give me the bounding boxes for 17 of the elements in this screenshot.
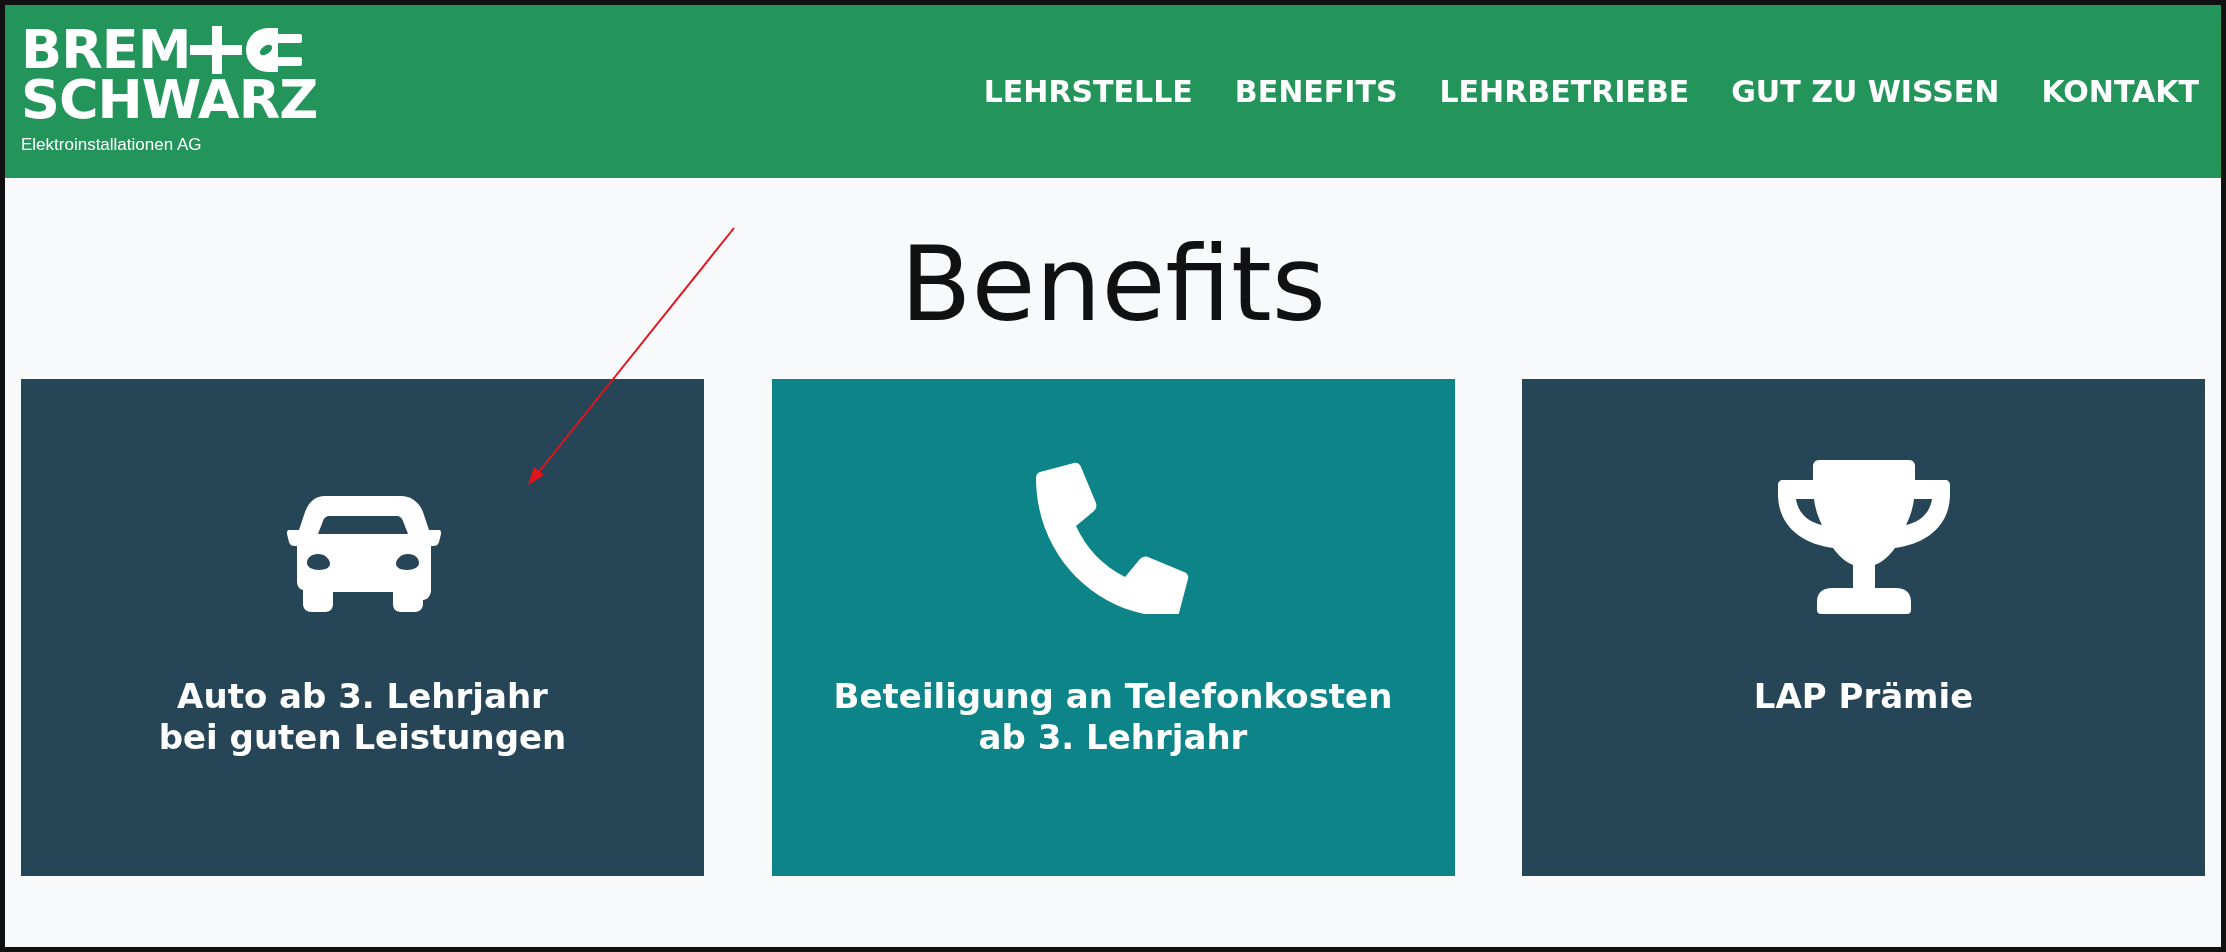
- logo-text: BREM: [21, 25, 191, 75]
- nav-link[interactable]: BENEFITS: [1234, 69, 1398, 114]
- benefit-text: bei guten Leistungen: [158, 717, 567, 758]
- phone-icon: [1035, 462, 1191, 615]
- page-heading: Benefits: [899, 230, 1327, 340]
- nav-link[interactable]: GUT ZU WISSEN: [1731, 69, 2000, 114]
- benefit-text: LAP Prämie: [1753, 676, 1974, 717]
- benefit-text: Auto ab 3. Lehrjahr: [177, 676, 548, 717]
- trophy-icon: [1776, 460, 1951, 615]
- nav-link[interactable]: LEHRSTELLE: [983, 69, 1193, 114]
- nav-link[interactable]: KONTAKT: [2041, 69, 2199, 114]
- logo-text: SCHWARZ: [21, 74, 318, 125]
- logo-tagline: Elektroinstallationen AG: [21, 134, 203, 157]
- car-icon: [284, 496, 441, 615]
- benefit-text: Beteiligung an Telefonkosten: [833, 676, 1393, 717]
- benefit-text: ab 3. Lehrjahr: [978, 717, 1248, 758]
- nav-link[interactable]: LEHRBETRIEBE: [1439, 69, 1690, 114]
